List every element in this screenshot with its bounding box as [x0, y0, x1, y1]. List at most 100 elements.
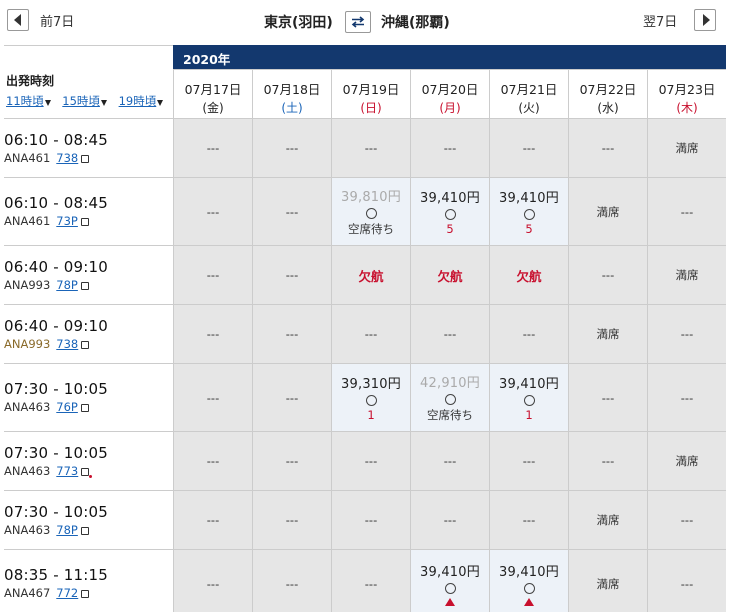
flight-number-label: ANA467	[4, 586, 51, 600]
fare-cell-unavailable: ---	[252, 305, 331, 363]
select-radio-icon[interactable]	[523, 583, 535, 594]
sold-out-text: 満席	[675, 454, 699, 468]
fare-price: 39,410円	[420, 565, 480, 580]
fare-cell-full: 満席	[568, 178, 647, 245]
destination-airport: 沖縄(那覇)	[381, 15, 450, 31]
seat-map-icon[interactable]	[80, 281, 89, 290]
date-header-6: 07月23日 (木)	[647, 69, 726, 118]
sold-out-text: 満席	[596, 204, 620, 219]
fare-cell-full: 満席	[568, 550, 647, 612]
fare-cell-unavailable: ---	[252, 178, 331, 245]
departure-arrival-time: 08:35 - 11:15	[4, 566, 109, 584]
fare-cell-available[interactable]: 39,410円	[489, 550, 568, 612]
aircraft-link[interactable]: 738	[56, 151, 78, 165]
sort-link-19[interactable]: 19時頃	[119, 94, 164, 108]
seat-map-icon[interactable]	[81, 590, 90, 598]
fare-cell-unavailable: ---	[568, 119, 647, 177]
date-label: 07月21日	[500, 82, 558, 97]
select-radio-icon[interactable]	[444, 394, 456, 405]
fare-cell-available[interactable]: 39,410円	[410, 550, 489, 612]
sort-link-label: 11時頃	[6, 94, 44, 108]
fare-price: 42,910円	[420, 376, 480, 391]
next-week-label[interactable]: 翌7日	[643, 11, 677, 30]
fare-cell-available[interactable]: 39,410円 5	[489, 178, 568, 245]
flight-number-label: ANA461	[4, 214, 51, 228]
cancelled-text: 欠航	[516, 268, 542, 284]
seats-remaining: 1	[525, 408, 533, 422]
select-radio-icon[interactable]	[444, 583, 456, 594]
select-radio-icon[interactable]	[523, 395, 535, 406]
flight-number-label: ANA463	[4, 522, 51, 537]
fare-cell-full: 満席	[647, 119, 726, 177]
prev-week-label[interactable]: 前7日	[40, 11, 74, 30]
next-week-button[interactable]	[694, 9, 716, 31]
fare-cell-full: 満席	[647, 246, 726, 304]
seat-map-icon[interactable]	[81, 154, 90, 163]
date-header-1: 07月18日 (土)	[252, 69, 331, 118]
fare-cell-available[interactable]: 39,410円 1	[489, 364, 568, 431]
prev-week-button[interactable]	[7, 9, 29, 31]
sort-link-11[interactable]: 11時頃	[6, 94, 51, 108]
weekday-label: (火)	[518, 101, 540, 115]
fare-cell-unavailable: ---	[410, 119, 489, 177]
aircraft-link[interactable]: 76P	[56, 400, 78, 414]
seat-map-icon[interactable]	[81, 340, 90, 349]
select-radio-icon[interactable]	[444, 209, 456, 220]
fare-cell-waitlist[interactable]: 42,910円 空席待ち	[410, 364, 489, 431]
select-radio-icon[interactable]	[523, 209, 535, 220]
aircraft-link[interactable]: 73P	[56, 214, 78, 228]
seats-remaining: 5	[525, 222, 533, 236]
no-service-text: ---	[364, 513, 378, 527]
fare-cell-unavailable: ---	[410, 491, 489, 549]
fare-cell-unavailable: ---	[331, 305, 410, 363]
chevron-right-icon	[702, 14, 710, 26]
no-service-text: ---	[680, 390, 694, 405]
sort-link-15[interactable]: 15時頃	[62, 94, 107, 108]
sold-out-text: 満席	[675, 141, 699, 155]
seat-map-icon[interactable]	[80, 404, 89, 412]
flight-info: 06:10 - 08:45 ANA461 73P	[4, 178, 173, 245]
fare-cell-unavailable: ---	[252, 246, 331, 304]
no-service-text: ---	[285, 141, 299, 155]
departure-arrival-time: 06:40 - 09:10	[4, 316, 109, 335]
fare-cell-available[interactable]: 39,410円 5	[410, 178, 489, 245]
seat-map-icon[interactable]	[80, 526, 89, 535]
no-service-text: ---	[522, 327, 536, 341]
fare-cell-unavailable: ---	[410, 432, 489, 490]
sold-out-text: 満席	[596, 513, 620, 527]
fare-cell-available[interactable]: 39,310円 1	[331, 364, 410, 431]
swap-arrows-icon	[351, 16, 365, 28]
no-service-text: ---	[443, 327, 457, 341]
aircraft-link[interactable]: 773	[56, 464, 78, 478]
date-header-4: 07月21日 (火)	[489, 69, 568, 118]
cancelled-text: 欠航	[437, 268, 463, 284]
departure-arrival-time: 07:30 - 10:05	[4, 443, 109, 462]
fare-cell-unavailable: ---	[489, 119, 568, 177]
aircraft-link[interactable]: 772	[56, 586, 78, 600]
no-service-text: ---	[680, 204, 694, 219]
weekday-label: (日)	[360, 101, 382, 115]
fare-cell-unavailable: ---	[173, 550, 252, 612]
header-left: 出発時刻 11時頃 15時頃 19時頃	[4, 45, 173, 118]
swap-route-button[interactable]	[345, 11, 371, 33]
aircraft-link[interactable]: 738	[56, 337, 78, 351]
seat-map-icon[interactable]	[80, 218, 89, 226]
select-radio-icon[interactable]	[365, 395, 377, 406]
select-radio-icon[interactable]	[365, 208, 377, 219]
seat-map-icon[interactable]	[81, 467, 93, 478]
no-service-text: ---	[285, 204, 299, 219]
no-service-text: ---	[364, 454, 378, 468]
fare-cell-unavailable: ---	[331, 432, 410, 490]
aircraft-link[interactable]: 78P	[56, 278, 78, 292]
fare-cell-waitlist[interactable]: 39,810円 空席待ち	[331, 178, 410, 245]
weekday-label: (金)	[202, 101, 224, 115]
aircraft-link[interactable]: 78P	[56, 523, 78, 537]
flight-info: 06:10 - 08:45 ANA461 738	[4, 119, 173, 177]
waitlist-text: 空席待ち	[348, 222, 394, 236]
departure-arrival-time: 07:30 - 10:05	[4, 380, 109, 398]
date-header-2: 07月19日 (日)	[331, 69, 410, 118]
flight-number: ANA467 772	[4, 586, 90, 600]
weekday-label: (土)	[281, 101, 303, 115]
fare-cell-unavailable: ---	[331, 550, 410, 612]
flight-number-label: ANA993	[4, 277, 51, 292]
